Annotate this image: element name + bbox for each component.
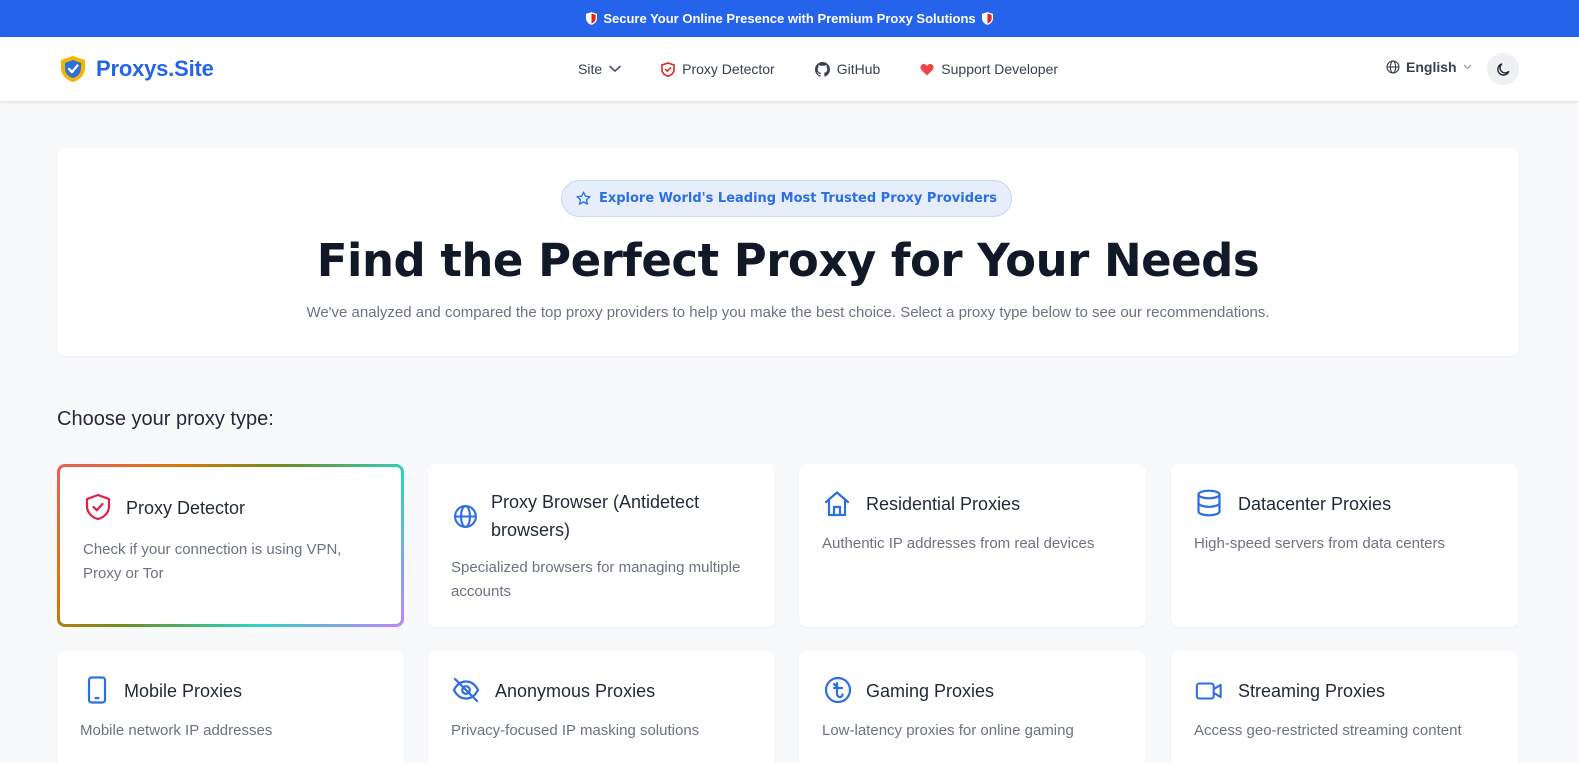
card-description: Authentic IP addresses from real devices <box>822 535 1095 552</box>
card-description: Privacy-focused IP masking solutions <box>451 722 700 739</box>
nav-site-dropdown[interactable]: Site <box>578 61 621 77</box>
nav-proxy-detector[interactable]: Proxy Detector <box>661 61 775 77</box>
shield-icon <box>586 12 598 25</box>
shield-logo-icon <box>61 56 85 82</box>
providers-badge: Explore World's Leading Most Trusted Pro… <box>561 180 1012 217</box>
announcement-bar: Secure Your Online Presence with Premium… <box>0 0 1579 37</box>
card-title: Proxy Detector <box>126 498 246 518</box>
github-icon <box>814 61 830 77</box>
navbar: Proxys.Site Site Proxy Detector GitHub S… <box>0 37 1579 101</box>
globe-icon <box>1386 60 1400 74</box>
card-title: Proxy Browser (Antidetect browsers) <box>491 492 700 540</box>
card-description: Access geo-restricted streaming content <box>1194 722 1462 739</box>
card-proxy-browser[interactable]: Proxy Browser (Antidetect browsers) Spec… <box>428 464 775 627</box>
card-gaming-proxies[interactable]: Gaming Proxies Low-latency proxies for o… <box>799 651 1146 763</box>
announcement-text: Secure Your Online Presence with Premium… <box>603 11 976 26</box>
video-icon <box>1195 677 1223 705</box>
brand-name: Proxys.Site <box>96 56 214 81</box>
nav-github[interactable]: GitHub <box>814 61 881 77</box>
card-description: Specialized browsers for managing multip… <box>451 559 741 600</box>
page-title: Find the Perfect Proxy for Your Needs <box>316 234 1260 287</box>
nav-support-label: Support Developer <box>941 61 1059 77</box>
nav-links: Site Proxy Detector GitHub Support Devel… <box>578 37 1058 101</box>
page-subtitle: We've analyzed and compared the top prox… <box>306 304 1270 321</box>
theme-toggle-button[interactable] <box>1487 53 1519 85</box>
card-title: Gaming Proxies <box>866 681 995 701</box>
shield-check-icon <box>84 493 112 521</box>
card-title: Anonymous Proxies <box>495 681 656 701</box>
card-title: Streaming Proxies <box>1238 681 1386 701</box>
smartphone-icon <box>83 676 111 704</box>
language-label: English <box>1406 59 1457 75</box>
database-icon <box>1195 489 1223 517</box>
globe-icon <box>451 502 479 530</box>
chevron-down-icon <box>609 65 621 73</box>
card-anonymous-proxies[interactable]: Anonymous Proxies Privacy-focused IP mas… <box>428 651 775 763</box>
section-title: Choose your proxy type: <box>57 408 274 430</box>
nav-site-label: Site <box>578 61 603 77</box>
card-description: Mobile network IP addresses <box>80 722 273 739</box>
gaming-icon <box>824 676 852 704</box>
card-streaming-proxies[interactable]: Streaming Proxies Access geo-restricted … <box>1171 651 1518 763</box>
moon-icon <box>1496 62 1509 76</box>
heart-icon <box>920 63 934 75</box>
card-description: Low-latency proxies for online gaming <box>822 722 1074 739</box>
card-title: Mobile Proxies <box>124 681 243 701</box>
card-mobile-proxies[interactable]: Mobile Proxies Mobile network IP address… <box>57 651 404 763</box>
badge-text: Explore World's Leading Most Trusted Pro… <box>598 191 998 206</box>
card-residential-proxies[interactable]: Residential Proxies Authentic IP address… <box>799 464 1146 627</box>
nav-support-developer[interactable]: Support Developer <box>920 61 1058 77</box>
eye-off-icon <box>452 676 480 704</box>
shield-icon <box>981 12 993 25</box>
nav-github-label: GitHub <box>836 61 881 77</box>
card-title: Datacenter Proxies <box>1238 494 1392 514</box>
shield-icon <box>661 61 675 77</box>
home-icon <box>823 489 851 517</box>
star-icon <box>576 191 591 205</box>
card-proxy-detector[interactable]: Proxy Detector Check if your connection … <box>57 464 404 627</box>
language-selector[interactable]: English <box>1386 59 1472 75</box>
card-datacenter-proxies[interactable]: Datacenter Proxies High-speed servers fr… <box>1171 464 1518 627</box>
card-description: High-speed servers from data centers <box>1194 535 1445 552</box>
nav-proxy-detector-label: Proxy Detector <box>682 61 775 77</box>
card-title: Residential Proxies <box>866 494 1021 514</box>
brand-logo-link[interactable]: Proxys.Site <box>60 55 214 83</box>
hero-section: Explore World's Leading Most Trusted Pro… <box>57 148 1519 356</box>
card-description: Check if your connection is using VPN, P… <box>83 541 342 582</box>
chevron-down-icon <box>1463 64 1472 70</box>
